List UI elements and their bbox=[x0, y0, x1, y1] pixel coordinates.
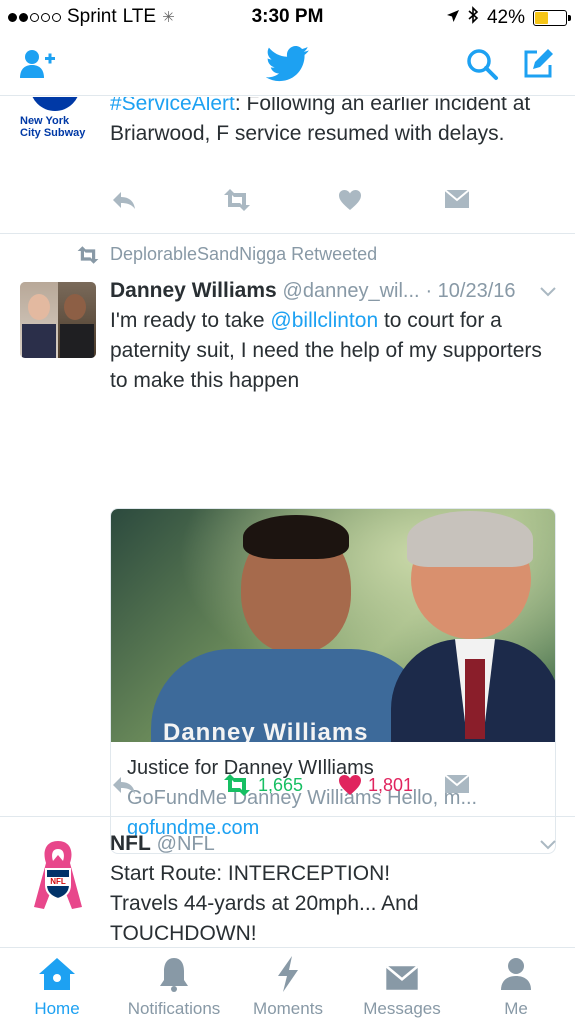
author-name[interactable]: NFL bbox=[110, 832, 151, 855]
tweet-options-button[interactable] bbox=[539, 282, 557, 300]
heart-icon bbox=[339, 190, 361, 210]
retweet-button[interactable]: 1,665 bbox=[222, 774, 303, 796]
tweet-header: NFL @NFL bbox=[110, 831, 560, 857]
status-bar: Sprint LTE ✳ 3:30 PM 42% bbox=[0, 0, 575, 34]
twitter-logo bbox=[262, 45, 314, 87]
like-button[interactable]: 1,801 bbox=[338, 774, 413, 796]
tweet-actions bbox=[110, 189, 560, 219]
heart-icon bbox=[339, 775, 361, 795]
tweet-options-button[interactable] bbox=[539, 835, 557, 853]
avatar[interactable]: NFL bbox=[30, 837, 86, 913]
hashtag-link[interactable]: #ServiceAlert bbox=[110, 97, 235, 115]
retweeted-by-label[interactable]: DeplorableSandNigga Retweeted bbox=[110, 244, 377, 265]
nfl-ribbon-logo bbox=[34, 841, 82, 909]
tweet-date[interactable]: · 10/23/16 bbox=[425, 280, 515, 302]
tweet-nyc-subway[interactable]: New York City Subway #ServiceAlert: Foll… bbox=[0, 97, 575, 234]
retweet-count: 1,665 bbox=[258, 774, 304, 795]
tab-label: Notifications bbox=[127, 999, 221, 1018]
avatar[interactable] bbox=[20, 282, 96, 358]
tweet-danney-williams[interactable]: DeplorableSandNigga Retweeted Danney Wil… bbox=[0, 234, 575, 854]
tweet-text: #ServiceAlert: Following an earlier inci… bbox=[110, 97, 560, 149]
tab-label: Me bbox=[504, 999, 528, 1018]
retweet-context: DeplorableSandNigga Retweeted bbox=[76, 244, 377, 265]
bluetooth-icon bbox=[468, 6, 479, 30]
chevron-down-icon bbox=[540, 287, 556, 297]
like-count: 1,801 bbox=[368, 774, 414, 795]
lightning-icon bbox=[278, 956, 298, 992]
envelope-icon bbox=[444, 774, 470, 793]
reply-button[interactable] bbox=[110, 189, 138, 211]
author-name[interactable]: Danney Williams bbox=[110, 279, 277, 302]
tab-notifications[interactable]: Notifications bbox=[116, 948, 232, 1024]
compose-button[interactable] bbox=[518, 46, 558, 86]
subway-logo bbox=[30, 97, 80, 111]
avatar[interactable]: New York City Subway bbox=[20, 97, 100, 143]
search-button[interactable] bbox=[462, 46, 502, 86]
retweet-icon bbox=[224, 774, 250, 796]
mention-link[interactable]: @billclinton bbox=[270, 309, 378, 332]
avatar-label: New York City Subway bbox=[20, 115, 86, 139]
tab-messages[interactable]: Messages bbox=[356, 948, 448, 1024]
timeline-feed[interactable]: New York City Subway #ServiceAlert: Foll… bbox=[0, 97, 575, 947]
like-button[interactable] bbox=[338, 189, 362, 211]
message-button[interactable] bbox=[444, 189, 470, 209]
message-button[interactable] bbox=[444, 774, 470, 794]
person-icon bbox=[501, 958, 531, 990]
battery-icon bbox=[533, 10, 571, 26]
tweet-actions: 1,665 1,801 bbox=[110, 774, 560, 804]
reply-button[interactable] bbox=[110, 774, 138, 796]
compose-icon bbox=[521, 47, 555, 86]
reply-icon bbox=[113, 192, 135, 209]
envelope-icon bbox=[385, 965, 419, 990]
tweet-nfl[interactable]: NFL NFL @NFL Start Route: INTERCEPTION! … bbox=[0, 817, 575, 947]
card-image: Danney Williams bbox=[111, 509, 555, 742]
retweet-icon bbox=[224, 189, 250, 211]
envelope-icon bbox=[444, 189, 470, 208]
tweet-header: Danney Williams @danney_wil... · 10/23/1… bbox=[110, 278, 560, 304]
tweet-text: I'm ready to take @billclinton to court … bbox=[110, 309, 542, 392]
tab-home[interactable]: Home bbox=[20, 948, 94, 1024]
bottom-tab-bar: Home Notifications Moments Messages Me bbox=[0, 947, 575, 1024]
chevron-down-icon bbox=[540, 840, 556, 850]
card-image-caption: Danney Williams bbox=[163, 719, 369, 742]
author-handle[interactable]: @danney_wil... bbox=[283, 280, 420, 302]
tab-label: Home bbox=[34, 999, 80, 1018]
status-right: 42% bbox=[446, 6, 571, 30]
top-nav-bar bbox=[0, 34, 575, 96]
retweet-icon bbox=[77, 245, 99, 264]
home-icon bbox=[39, 958, 75, 990]
reply-icon bbox=[113, 777, 135, 794]
tweet-text: Start Route: INTERCEPTION! Travels 44-ya… bbox=[110, 862, 419, 945]
add-user-icon bbox=[18, 48, 58, 85]
avatar-label: NFL bbox=[50, 877, 66, 886]
bell-icon bbox=[160, 958, 188, 992]
add-user-button[interactable] bbox=[18, 46, 58, 86]
retweet-button[interactable] bbox=[222, 189, 252, 211]
author-handle[interactable]: @NFL bbox=[157, 833, 215, 855]
battery-percent: 42% bbox=[486, 7, 525, 28]
tab-me[interactable]: Me bbox=[484, 948, 548, 1024]
search-icon bbox=[465, 47, 499, 86]
tab-label: Moments bbox=[253, 999, 323, 1018]
tab-moments[interactable]: Moments bbox=[246, 948, 330, 1024]
location-arrow-icon bbox=[446, 7, 460, 29]
twitter-bird-icon bbox=[265, 45, 310, 87]
tab-label: Messages bbox=[363, 999, 441, 1018]
